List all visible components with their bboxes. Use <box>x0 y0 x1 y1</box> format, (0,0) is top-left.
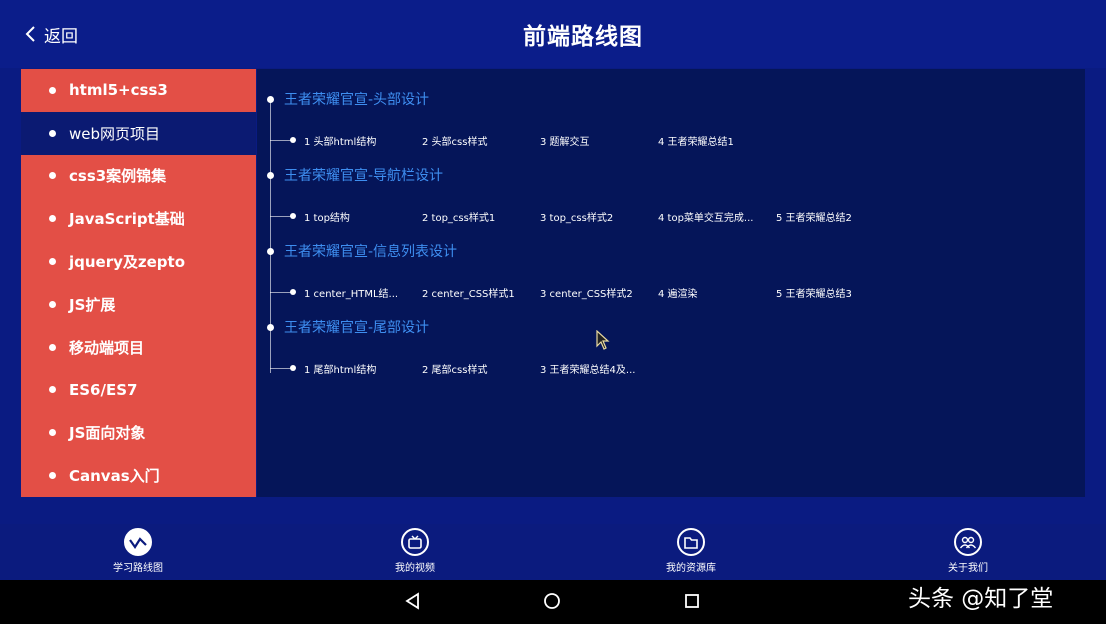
section-dot <box>267 324 274 331</box>
item-dot <box>290 213 296 219</box>
tab-label: 学习路线图 <box>113 563 163 574</box>
item-dot <box>290 289 296 295</box>
sidebar: html5+css3 web网页项目 css3案例锦集 JavaScript基础… <box>21 69 256 497</box>
sidebar-item-es6-es7[interactable]: ES6/ES7 <box>21 369 256 412</box>
bullet-dot <box>49 129 56 137</box>
bullet-dot <box>49 472 56 480</box>
sidebar-item-js-extension[interactable]: JS扩展 <box>21 283 256 326</box>
roadmap-panel: 王者荣耀官宣-头部设计 1 头部html结构 2 头部css样式 3 题解交互 … <box>257 69 1085 497</box>
sidebar-item-jquery-zepto[interactable]: jquery及zepto <box>21 240 256 283</box>
page-title: 前端路线图 <box>523 24 643 50</box>
section-dot <box>267 248 274 255</box>
bullet-dot <box>49 172 56 180</box>
lesson-item[interactable]: 1 尾部html结构 <box>304 361 376 376</box>
route-icon <box>124 528 152 556</box>
folder-icon <box>677 528 705 556</box>
lesson-item[interactable]: 3 王者荣耀总结4及... <box>540 361 635 376</box>
section-title[interactable]: 王者荣耀官宣-尾部设计 <box>284 317 429 337</box>
branch-line <box>270 140 292 141</box>
tab-my-resources[interactable]: 我的资源库 <box>636 528 746 578</box>
sidebar-item-mobile-project[interactable]: 移动端项目 <box>21 326 256 369</box>
bullet-dot <box>49 86 56 94</box>
section-title[interactable]: 王者荣耀官宣-头部设计 <box>284 89 429 109</box>
sidebar-item-canvas-intro[interactable]: Canvas入门 <box>21 454 256 497</box>
item-dot <box>290 365 296 371</box>
sidebar-item-label: 移动端项目 <box>69 338 145 357</box>
roadmap-section: 王者荣耀官宣-信息列表设计 1 center_HTML结... 2 center… <box>257 221 1085 300</box>
tab-my-videos[interactable]: 我的视频 <box>360 528 470 578</box>
tab-label: 我的视频 <box>395 563 435 574</box>
item-dot <box>290 137 296 143</box>
sidebar-item-javascript-basics[interactable]: JavaScript基础 <box>21 197 256 240</box>
branch-line <box>270 292 292 293</box>
sidebar-item-js-oop[interactable]: JS面向对象 <box>21 411 256 454</box>
sidebar-item-label: css3案例锦集 <box>69 167 167 186</box>
bullet-dot <box>49 386 56 394</box>
tab-about-us[interactable]: 关于我们 <box>913 528 1023 578</box>
sidebar-item-label: html5+css3 <box>69 81 168 100</box>
branch-line <box>270 216 292 217</box>
sidebar-item-label: Canvas入门 <box>69 467 160 486</box>
bullet-dot <box>49 258 56 266</box>
sidebar-item-html5-css3[interactable]: html5+css3 <box>21 69 256 112</box>
sidebar-item-label: JS扩展 <box>69 295 116 314</box>
sidebar-item-css3-cases[interactable]: css3案例锦集 <box>21 155 256 198</box>
tab-label: 我的资源库 <box>666 563 716 574</box>
nav-home-icon[interactable] <box>543 592 561 614</box>
sidebar-item-label: JavaScript基础 <box>69 210 185 229</box>
mouse-cursor-icon <box>596 329 610 354</box>
roadmap-section: 王者荣耀官宣-尾部设计 1 尾部html结构 2 尾部css样式 3 王者荣耀总… <box>257 297 1085 376</box>
tv-icon <box>401 528 429 556</box>
sidebar-item-label: JS面向对象 <box>69 424 146 443</box>
section-title[interactable]: 王者荣耀官宣-导航栏设计 <box>284 165 443 185</box>
branch-line <box>270 368 292 369</box>
tab-label: 关于我们 <box>948 563 988 574</box>
bullet-dot <box>49 343 56 351</box>
section-dot <box>267 172 274 179</box>
sidebar-item-web-project[interactable]: web网页项目 <box>21 111 256 155</box>
section-dot <box>267 96 274 103</box>
bullet-dot <box>49 429 56 437</box>
bullet-dot <box>49 300 56 308</box>
roadmap-section: 王者荣耀官宣-导航栏设计 1 top结构 2 top_css样式1 3 top_… <box>257 145 1085 224</box>
lesson-item[interactable]: 2 尾部css样式 <box>422 361 487 376</box>
section-title[interactable]: 王者荣耀官宣-信息列表设计 <box>284 241 457 261</box>
bottom-tab-bar: 学习路线图 我的视频 我的资源库 关于我们 <box>0 524 1106 580</box>
roadmap-section: 王者荣耀官宣-头部设计 1 头部html结构 2 头部css样式 3 题解交互 … <box>257 69 1085 148</box>
people-icon <box>954 528 982 556</box>
nav-recents-icon[interactable] <box>684 592 700 614</box>
sidebar-item-label: jquery及zepto <box>69 253 186 272</box>
sidebar-item-label: web网页项目 <box>69 124 161 143</box>
tab-learning-route[interactable]: 学习路线图 <box>83 528 193 578</box>
sidebar-item-label: ES6/ES7 <box>69 380 138 399</box>
bullet-dot <box>49 215 56 223</box>
watermark-text: 头条 @知了堂 <box>908 586 1054 612</box>
nav-back-icon[interactable] <box>405 592 421 614</box>
